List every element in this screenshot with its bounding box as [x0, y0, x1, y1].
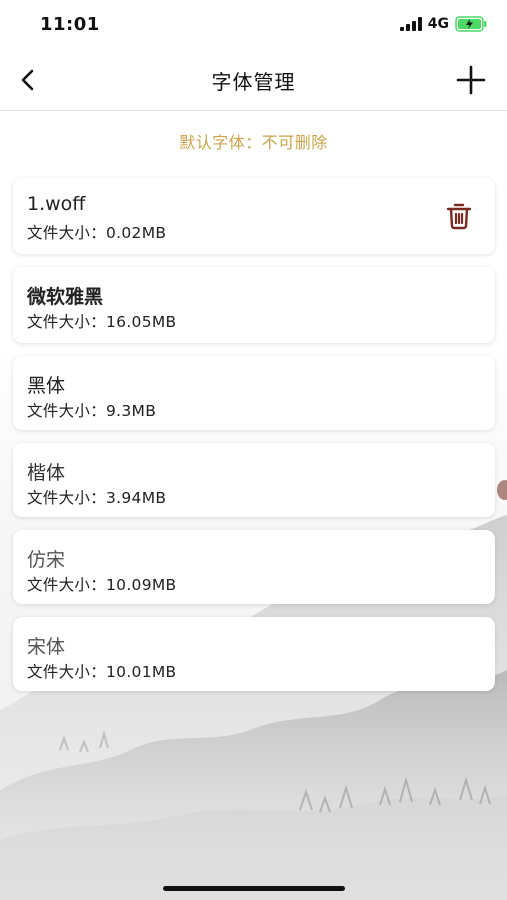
font-name: 微软雅黑: [27, 286, 104, 308]
font-card-woff[interactable]: 1.woff 文件大小：0.02MB: [13, 178, 495, 254]
plus-icon: [456, 65, 486, 95]
status-bar: 11:01 4G: [0, 0, 507, 50]
font-card-heiti[interactable]: 黑体 文件大小：9.3MB: [13, 356, 495, 430]
font-card-songti[interactable]: 宋体 文件大小：10.01MB: [13, 617, 495, 691]
add-font-button[interactable]: [453, 62, 489, 98]
delete-font-button[interactable]: [443, 200, 475, 232]
font-name: 黑体: [27, 375, 66, 397]
home-indicator[interactable]: [163, 886, 345, 891]
network-type: 4G: [427, 16, 449, 32]
font-name: 宋体: [27, 637, 66, 658]
navigation-bar: 字体管理: [0, 50, 507, 111]
font-name: 仿宋: [27, 550, 66, 571]
font-name: 楷体: [27, 462, 66, 484]
cellular-signal-icon: [399, 17, 422, 31]
font-management-screen: 11:01 4G 字体管理 默认字体：不可删除 1.woff 文件大小：0.02…: [0, 0, 507, 900]
font-name: 1.woff: [27, 193, 86, 215]
font-file-size: 文件大小：3.94MB: [27, 489, 167, 507]
font-file-size: 文件大小：10.09MB: [27, 576, 177, 594]
font-card-fangsong[interactable]: 仿宋 文件大小：10.09MB: [13, 530, 495, 604]
font-file-size: 文件大小：0.02MB: [27, 224, 167, 242]
font-card-kaiti[interactable]: 楷体 文件大小：3.94MB: [13, 443, 495, 517]
default-font-notice: 默认字体：不可删除: [179, 133, 328, 152]
trash-icon: [446, 203, 472, 230]
page-title: 字体管理: [211, 70, 296, 94]
font-list: 1.woff 文件大小：0.02MB 微软雅黑 文件大小：16.05MB 黑体 …: [13, 178, 495, 704]
font-file-size: 文件大小：9.3MB: [27, 402, 157, 420]
font-file-size: 文件大小：10.01MB: [27, 663, 177, 681]
status-indicators: 4G: [399, 16, 487, 32]
font-card-microsoft-yahei[interactable]: 微软雅黑 文件大小：16.05MB: [13, 267, 495, 343]
status-time: 11:01: [40, 14, 100, 35]
font-file-size: 文件大小：16.05MB: [27, 313, 177, 331]
battery-charging-icon: [455, 16, 487, 32]
